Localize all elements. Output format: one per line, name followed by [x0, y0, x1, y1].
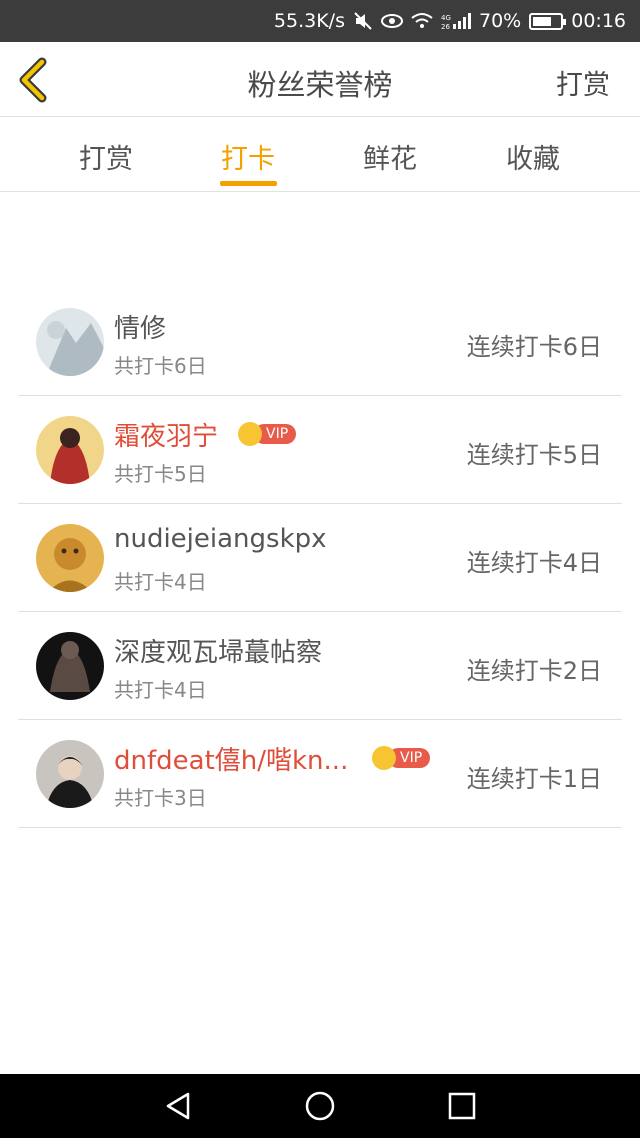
fan-list: 情修 共打卡6日 连续打卡6日 霜夜羽宁 VIP 共打卡5日 连续打卡5日 nu…	[18, 288, 622, 828]
streak-label: 连续打卡1日	[466, 765, 602, 793]
user-name: 深度观瓦埽蕞帖察	[114, 638, 323, 668]
total-checkins: 共打卡3日	[114, 786, 207, 810]
total-checkins: 共打卡4日	[114, 678, 207, 702]
streak-label: 连续打卡4日	[466, 549, 602, 577]
tab-reward[interactable]: 打赏	[46, 137, 166, 176]
streak-label: 连续打卡6日	[466, 333, 602, 361]
streak-label: 连续打卡5日	[466, 441, 602, 469]
battery-icon	[529, 12, 567, 30]
avatar[interactable]	[36, 308, 104, 376]
mute-icon	[353, 11, 373, 31]
signal-icon: 4G 26	[441, 12, 471, 30]
battery-fill	[533, 16, 552, 26]
streak-label: 连续打卡2日	[466, 657, 602, 685]
vip-badge: VIP	[372, 746, 431, 770]
list-item[interactable]: 深度观瓦埽蕞帖察 共打卡4日 连续打卡2日	[18, 612, 622, 720]
active-tab-indicator	[220, 181, 277, 186]
eye-icon	[381, 13, 403, 29]
user-name: dnfdeat僖h/喈kn...	[114, 746, 349, 776]
tab-favorites[interactable]: 收藏	[473, 137, 593, 176]
nav-home-button[interactable]	[304, 1090, 336, 1122]
vip-badge: VIP	[238, 422, 297, 446]
nav-back-button[interactable]	[162, 1090, 194, 1122]
tab-flowers[interactable]: 鲜花	[330, 137, 450, 176]
wifi-icon	[411, 12, 433, 30]
clock: 00:16	[571, 10, 626, 32]
triangle-back-icon	[166, 1092, 190, 1120]
system-nav-bar	[0, 1074, 640, 1138]
crown-icon	[238, 422, 262, 446]
svg-text:4G: 4G	[441, 14, 451, 22]
avatar[interactable]	[36, 632, 104, 700]
square-recents-icon	[448, 1092, 476, 1120]
network-speed: 55.3K/s	[273, 10, 345, 32]
user-name: nudiejeiangskpx	[114, 524, 327, 554]
total-checkins: 共打卡6日	[114, 354, 207, 378]
battery-percent: 70%	[479, 10, 522, 32]
nav-recents-button[interactable]	[446, 1090, 478, 1122]
list-item[interactable]: 情修 共打卡6日 连续打卡6日	[18, 288, 622, 396]
avatar[interactable]	[36, 740, 104, 808]
tab-checkin[interactable]: 打卡	[188, 137, 308, 176]
tab-bar: 打赏 打卡 鲜花 收藏	[0, 117, 640, 192]
app-header: 粉丝荣誉榜 打赏	[0, 42, 640, 117]
status-bar: 55.3K/s 4G 26 70% 00:16	[0, 0, 640, 42]
user-name: 霜夜羽宁	[114, 422, 219, 452]
user-name: 情修	[114, 314, 167, 344]
total-checkins: 共打卡4日	[114, 570, 207, 594]
avatar[interactable]	[36, 524, 104, 592]
circle-home-icon	[305, 1091, 335, 1121]
avatar[interactable]	[36, 416, 104, 484]
svg-text:26: 26	[441, 23, 450, 30]
reward-button[interactable]: 打赏	[556, 63, 610, 102]
page-title: 粉丝荣誉榜	[247, 68, 393, 102]
total-checkins: 共打卡5日	[114, 462, 207, 486]
list-item[interactable]: 霜夜羽宁 VIP 共打卡5日 连续打卡5日	[18, 396, 622, 504]
crown-icon	[372, 746, 396, 770]
list-item[interactable]: dnfdeat僖h/喈kn... VIP 共打卡3日 连续打卡1日	[18, 720, 622, 828]
list-item[interactable]: nudiejeiangskpx 共打卡4日 连续打卡4日	[18, 504, 622, 612]
